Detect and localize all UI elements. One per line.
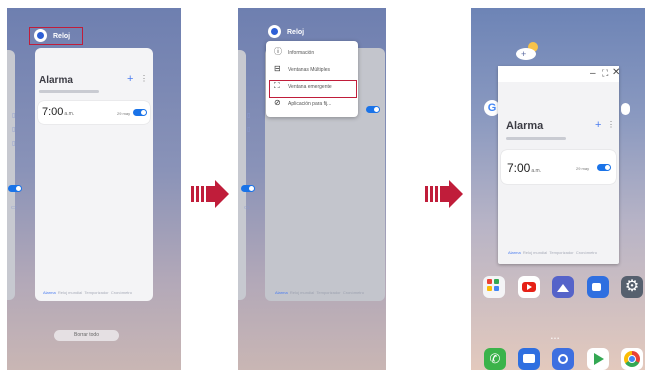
close-all-button[interactable]: Borrar todo: [54, 330, 119, 341]
sidebar-icon: ▯: [12, 127, 16, 133]
arrow-right-icon: [191, 180, 229, 208]
close-icon[interactable]: ✕: [612, 67, 620, 78]
play-store-icon[interactable]: [587, 348, 609, 370]
clock-app-icon[interactable]: [268, 25, 281, 38]
weather-icon: +: [516, 42, 538, 60]
messages-icon[interactable]: [518, 348, 540, 370]
popup-title: Alarma: [506, 120, 544, 132]
app-options-menu: ⓘ Información ⊟ Ventanas Múltiples ⛶ Ven…: [266, 41, 358, 117]
recent-apps-menu-screen: ▯ ▯ ▭ Reloj Alarma Reloj mundial Tempori…: [238, 8, 386, 370]
alarm-days: 29 may: [576, 166, 590, 171]
chrome-icon[interactable]: [621, 348, 643, 370]
voice-search-icon[interactable]: [621, 103, 630, 115]
add-icon: +: [127, 73, 134, 85]
toggle-switch: [8, 185, 22, 192]
sidebar-icon: ▯: [247, 113, 251, 119]
gallery-icon[interactable]: [552, 276, 574, 298]
app-folder-icon[interactable]: [483, 276, 505, 298]
subtitle-line: [506, 137, 566, 140]
menu-item-info[interactable]: ⓘ Información: [266, 45, 358, 60]
app-preview-card[interactable]: Alarma + ⋮ 7:00a.m. 29 may Alarma Reloj …: [35, 48, 153, 301]
recent-apps-screen: ▯ ▯ ▯ ▭ Reloj Alarma + ⋮ 7:00a.m. 29 may…: [7, 8, 181, 370]
alarm-toggle[interactable]: [597, 164, 611, 171]
camera-icon[interactable]: [552, 348, 574, 370]
previous-app-card[interactable]: [238, 50, 246, 300]
alarm-item: 7:00a.m. 29 may: [38, 101, 150, 124]
toggle-switch: [241, 185, 255, 192]
popup-window-highlight: [269, 80, 357, 98]
alarm-item[interactable]: 7:00a.m. 29 may: [501, 150, 616, 184]
info-icon: ⓘ: [274, 47, 282, 56]
youtube-icon[interactable]: [518, 276, 540, 298]
multi-window-icon: ⊟: [274, 64, 281, 73]
add-icon[interactable]: +: [595, 120, 601, 131]
alarm-time: 7:00a.m.: [42, 106, 75, 118]
page-indicator: • • •: [551, 336, 560, 342]
menu-item-pin-app[interactable]: ⊘ Aplicación para fij...: [266, 96, 358, 111]
tab-bar: Alarma Reloj mundial Temporizador Cronóm…: [275, 290, 364, 295]
home-screen: + G – ⛶ ✕ Alarma + ⋮ 7:00a.m. 29 may Ala…: [471, 8, 645, 370]
more-icon[interactable]: ⋮: [607, 121, 615, 129]
phone-icon[interactable]: ✆: [484, 348, 506, 370]
menu-item-multi-window[interactable]: ⊟ Ventanas Múltiples: [266, 62, 358, 77]
alarm-days: 29 may: [117, 111, 131, 116]
card-title: Alarma: [39, 75, 73, 86]
popup-clock-window[interactable]: – ⛶ ✕ Alarma + ⋮ 7:00a.m. 29 may Alarma …: [498, 66, 620, 264]
video-call-icon[interactable]: [587, 276, 609, 298]
pin-icon: ⊘: [274, 98, 281, 107]
sidebar-icon: ▭: [244, 205, 250, 211]
alarm-toggle: [366, 106, 380, 113]
clock-app-icon[interactable]: [34, 29, 47, 42]
arrow-right-icon: [425, 180, 463, 208]
sidebar-icon: ▭: [11, 205, 17, 211]
sidebar-icon: ▯: [12, 113, 16, 119]
previous-app-card[interactable]: [7, 50, 15, 300]
alarm-toggle: [133, 109, 147, 116]
settings-gear-icon[interactable]: ⚙: [621, 276, 643, 298]
app-title[interactable]: Reloj: [53, 33, 70, 40]
app-title[interactable]: Reloj: [287, 29, 304, 36]
minimize-icon[interactable]: –: [590, 68, 596, 79]
maximize-icon[interactable]: ⛶: [602, 68, 608, 79]
sidebar-icon: ▯: [12, 141, 16, 147]
alarm-time: 7:00a.m.: [507, 161, 542, 175]
tab-bar: Alarma Reloj mundial Temporizador Cronóm…: [508, 250, 597, 255]
popup-window-titlebar: [498, 66, 619, 82]
subtitle-line: [39, 90, 99, 93]
more-icon: ⋮: [140, 74, 148, 83]
tab-bar: Alarma Reloj mundial Temporizador Cronóm…: [43, 290, 132, 295]
svg-text:+: +: [521, 49, 526, 59]
sidebar-icon: ▯: [247, 127, 251, 133]
